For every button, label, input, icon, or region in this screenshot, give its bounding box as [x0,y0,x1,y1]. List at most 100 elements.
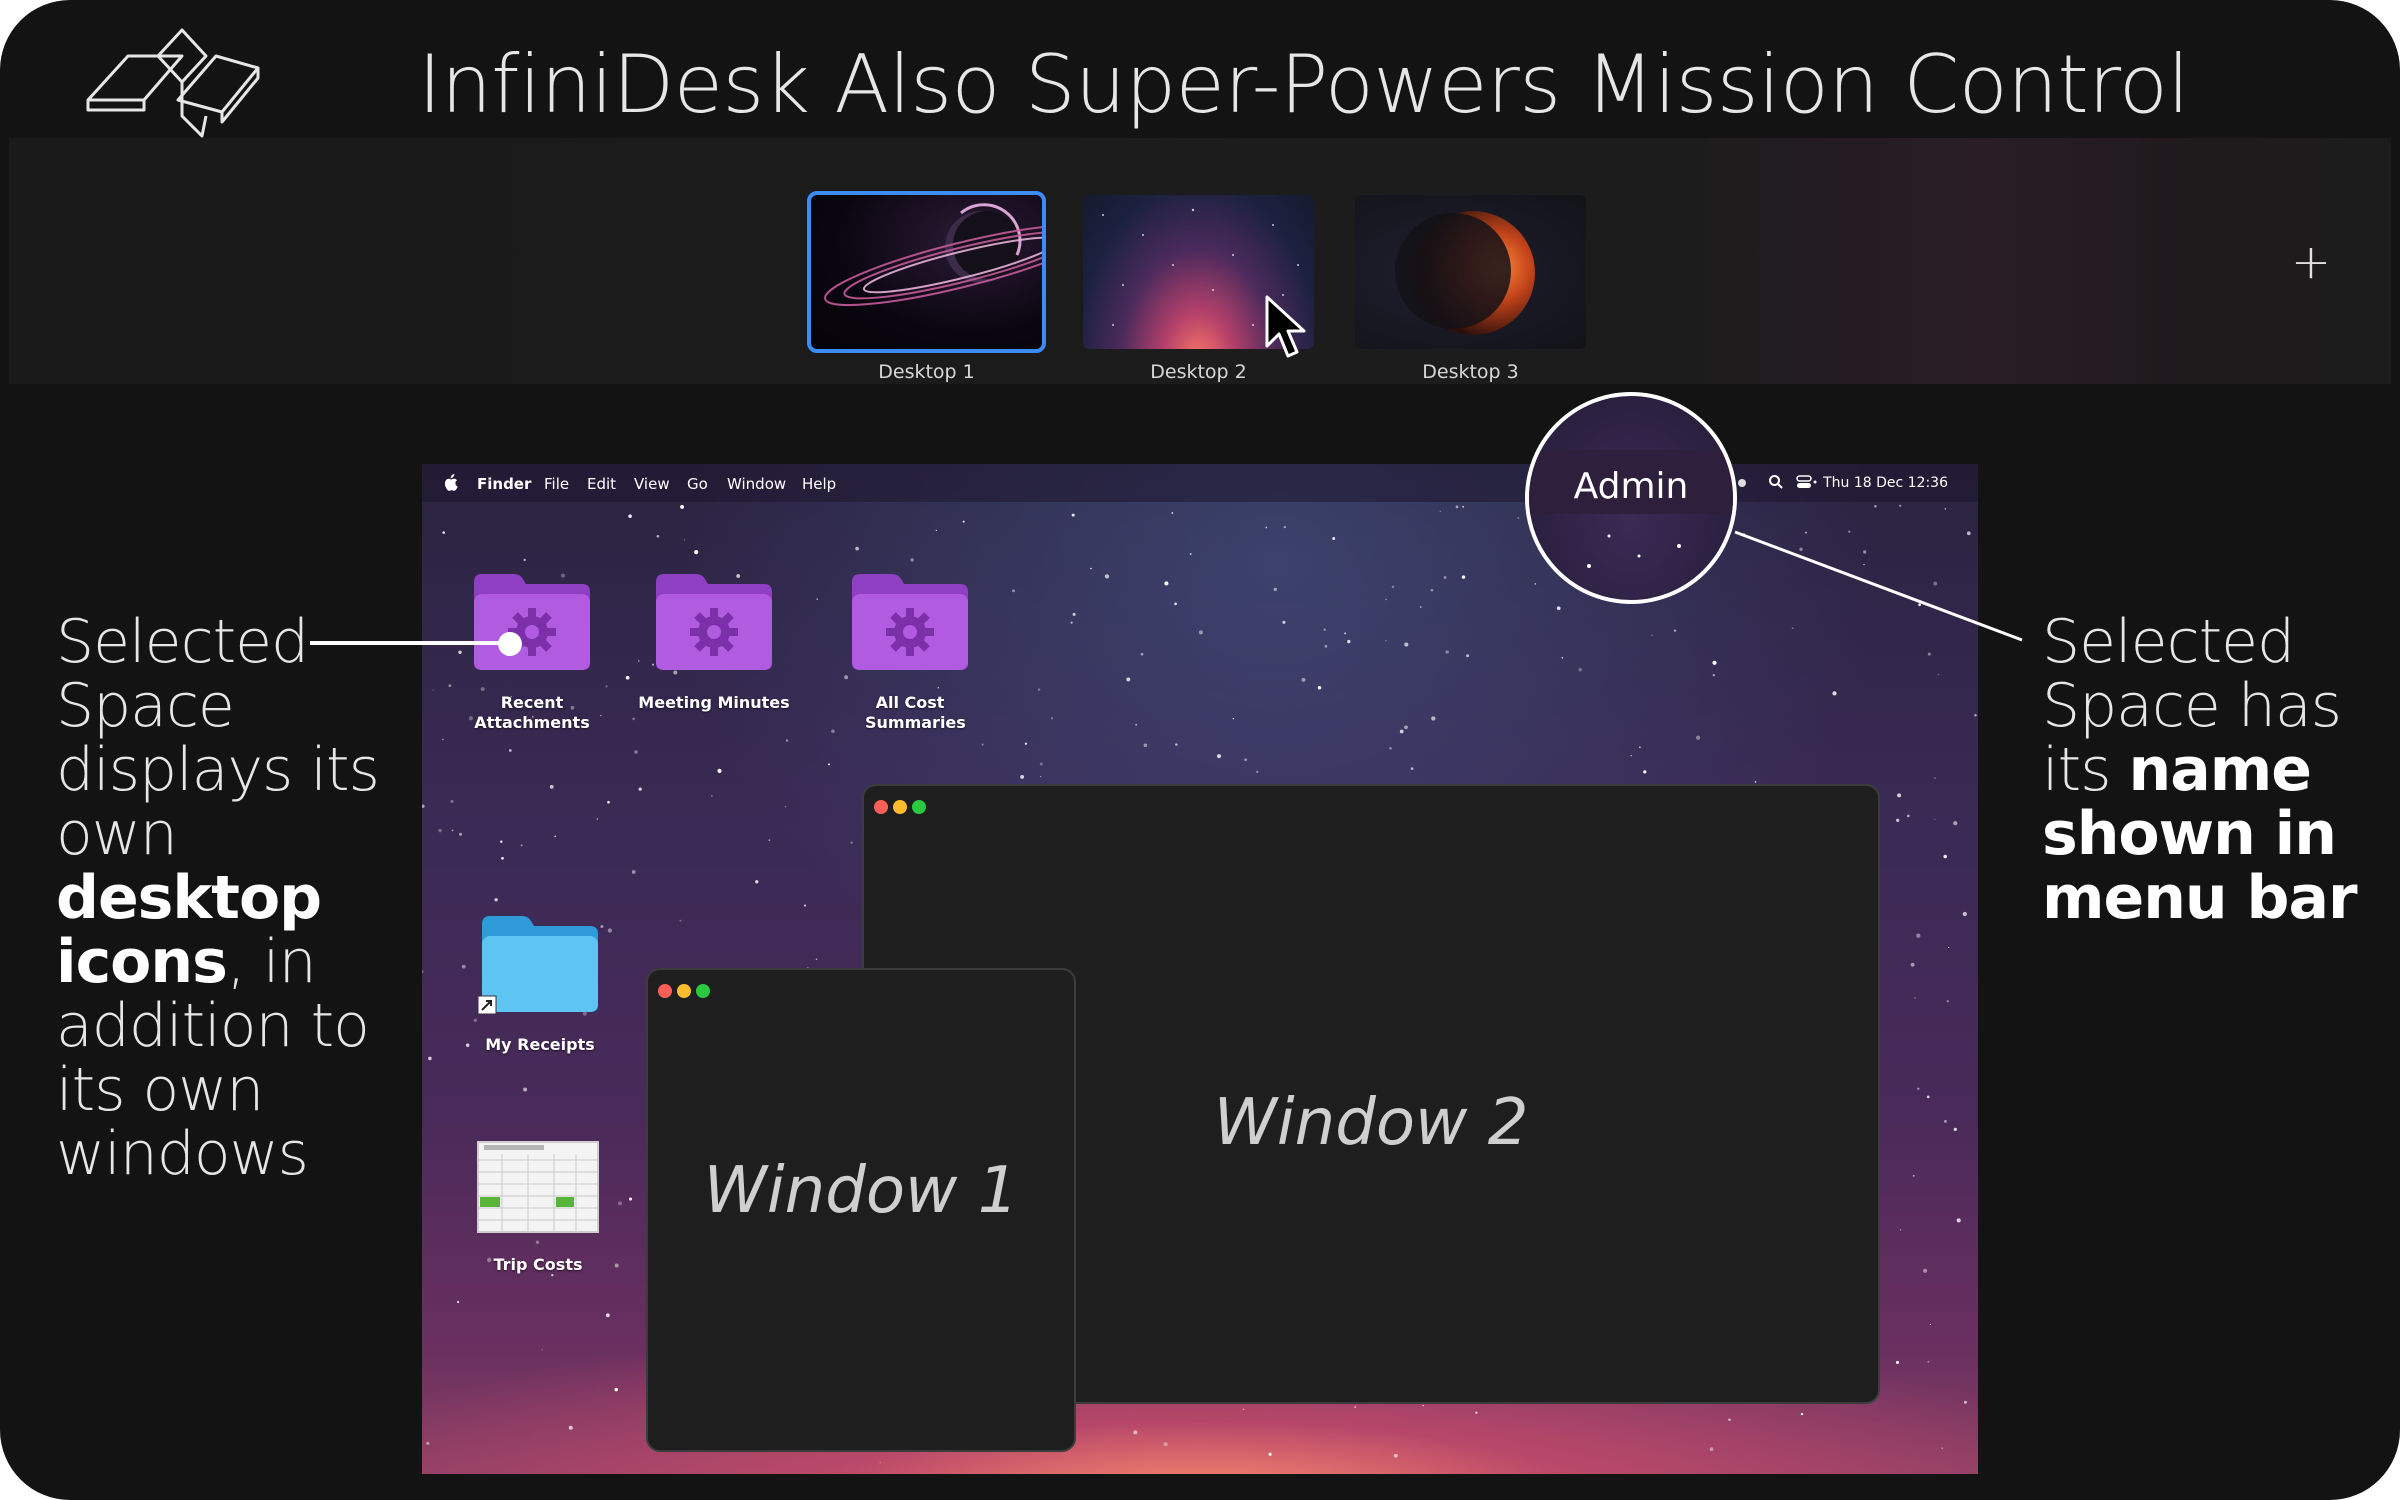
star [442,738,444,741]
menu-view[interactable]: View [634,475,670,493]
desktop-icon-meeting-minutes[interactable]: Meeting Minutes [634,568,794,713]
spaces-bar: Desktop 1 Desktop 2 Desktop 3 + [9,138,2391,384]
star [1933,581,1938,586]
space-label: Desktop 1 [878,361,975,383]
control-center-icon[interactable] [1796,475,1818,490]
star [1385,598,1387,601]
star [523,558,526,562]
status-dot-icon[interactable] [1738,479,1746,487]
star [850,841,853,844]
callout-marker-dot [498,632,522,656]
menu-window[interactable]: Window [727,475,786,493]
star [1174,602,1177,606]
star [711,795,713,797]
space-desktop-3[interactable]: Desktop 3 [1355,195,1586,383]
plus-icon: + [2290,234,2332,290]
star [1953,821,1958,826]
space-thumbnail[interactable] [1355,195,1586,349]
apple-icon[interactable] [442,473,458,492]
star [1072,612,1076,616]
star [1934,777,1936,779]
zoom-button[interactable] [912,800,926,814]
star [614,1387,618,1392]
desktop-icon-my-receipts[interactable]: My Receipts [460,910,620,1055]
window-1[interactable]: Window 1 [646,968,1076,1452]
star [1561,656,1564,659]
star [1907,814,1910,818]
smart-folder-icon [852,574,968,670]
star [442,531,445,534]
star [634,750,638,754]
star [768,839,771,842]
star [541,1349,543,1351]
menu-finder[interactable]: Finder [477,475,531,493]
space-label: Desktop 2 [1150,361,1247,383]
star [438,828,442,833]
star [422,970,424,974]
star [1943,854,1947,859]
star [784,805,787,808]
star [1317,686,1322,690]
star [1404,725,1408,730]
infinidesk-logo-icon [86,28,260,138]
space-label: Desktop 3 [1422,361,1519,383]
space-thumbnail[interactable] [807,191,1046,353]
star [1709,1447,1714,1451]
star [1439,510,1441,513]
desktop-icon-trip-costs[interactable]: Trip Costs [458,1140,618,1275]
star [981,743,984,746]
desktop-icon-all-cost-summaries[interactable]: All Cost Summaries [830,568,990,733]
star [1104,574,1110,579]
star [1927,652,1931,656]
desktop-icon-label: All Cost Summaries [865,693,966,732]
menu-file[interactable]: File [544,475,569,493]
star [1171,512,1174,514]
star [568,1425,573,1430]
star [638,787,642,791]
star [428,1056,432,1061]
star [1256,770,1259,774]
star [1385,640,1387,642]
folder-alias-icon [477,916,598,1015]
star [1966,531,1971,536]
star [1630,754,1632,757]
star [1135,723,1138,726]
search-icon[interactable] [1768,474,1784,490]
star [1923,1268,1928,1273]
star [1974,713,1977,717]
star [1918,603,1921,607]
minimize-button[interactable] [677,984,691,998]
desktop-preview: Finder File Edit View Go Window Help Thu… [422,464,1978,1474]
star [1431,716,1436,721]
star [1475,1411,1478,1414]
minimize-button[interactable] [893,800,907,814]
close-button[interactable] [874,800,888,814]
menu-go[interactable]: Go [687,475,708,493]
star [1963,1400,1967,1404]
star [554,835,557,838]
star [631,870,636,874]
star [1897,793,1902,798]
star [523,1087,528,1092]
desktop-icon-recent-attachments[interactable]: Recent Attachments [452,568,612,733]
star [450,799,454,803]
menu-help[interactable]: Help [802,475,836,493]
left-callout-text: Selected Space displays its own desktop … [56,610,386,1186]
star [1323,628,1326,631]
star [1832,691,1837,696]
space-desktop-1[interactable]: Desktop 1 [807,191,1046,383]
star [1282,620,1286,624]
menu-clock[interactable]: Thu 18 Dec 12:36 [1823,475,1948,491]
add-space-button[interactable]: + [2289,238,2333,286]
close-button[interactable] [658,984,672,998]
star [855,546,859,551]
star [1462,505,1465,508]
star [680,504,685,509]
zoom-button[interactable] [696,984,710,998]
star [632,717,635,721]
star [607,800,610,804]
star [422,804,425,808]
spreadsheet-document-icon [477,1141,599,1233]
menu-edit[interactable]: Edit [587,475,616,493]
star [1143,743,1148,748]
